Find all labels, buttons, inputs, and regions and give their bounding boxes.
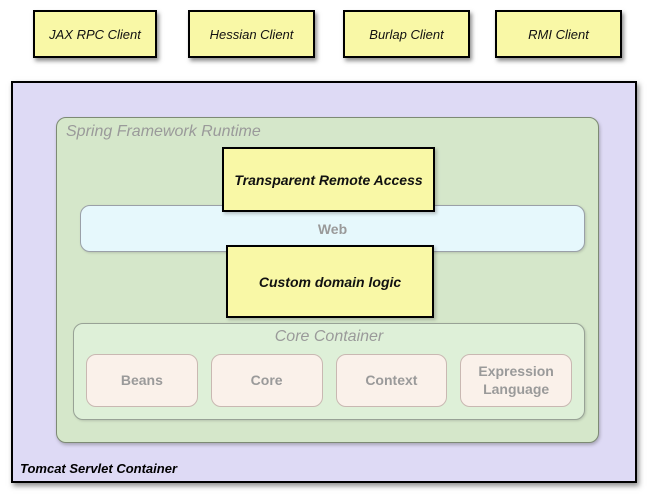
tomcat-servlet-container-label: Tomcat Servlet Container: [20, 461, 177, 476]
custom-domain-logic-label: Custom domain logic: [259, 274, 401, 290]
core-container-box: Core Container Beans Core Context Expres…: [73, 323, 585, 420]
hessian-client-box: Hessian Client: [188, 10, 315, 58]
module-context-label: Context: [365, 372, 417, 390]
web-layer-label: Web: [318, 221, 347, 237]
core-container-label: Core Container: [74, 328, 584, 346]
spring-architecture-diagram: JAX RPC Client Hessian Client Burlap Cli…: [0, 0, 647, 500]
module-context: Context: [336, 354, 448, 407]
core-modules-row: Beans Core Context Expression Language: [86, 354, 572, 407]
module-expression-language-label: Expression Language: [467, 363, 565, 398]
jax-rpc-client-label: JAX RPC Client: [49, 27, 141, 42]
module-core-label: Core: [251, 372, 283, 390]
rmi-client-box: RMI Client: [495, 10, 622, 58]
module-core: Core: [211, 354, 323, 407]
module-expression-language: Expression Language: [460, 354, 572, 407]
rmi-client-label: RMI Client: [528, 27, 589, 42]
custom-domain-logic-box: Custom domain logic: [226, 245, 434, 318]
burlap-client-label: Burlap Client: [369, 27, 443, 42]
hessian-client-label: Hessian Client: [210, 27, 294, 42]
module-beans: Beans: [86, 354, 198, 407]
spring-framework-runtime-label: Spring Framework Runtime: [66, 123, 261, 141]
transparent-remote-access-box: Transparent Remote Access: [222, 147, 435, 212]
module-beans-label: Beans: [121, 372, 163, 390]
burlap-client-box: Burlap Client: [343, 10, 470, 58]
spring-framework-runtime-box: Spring Framework Runtime Web Transparent…: [56, 117, 599, 443]
transparent-remote-access-label: Transparent Remote Access: [234, 172, 422, 188]
jax-rpc-client-box: JAX RPC Client: [33, 10, 157, 58]
tomcat-servlet-container-box: Spring Framework Runtime Web Transparent…: [11, 81, 637, 483]
